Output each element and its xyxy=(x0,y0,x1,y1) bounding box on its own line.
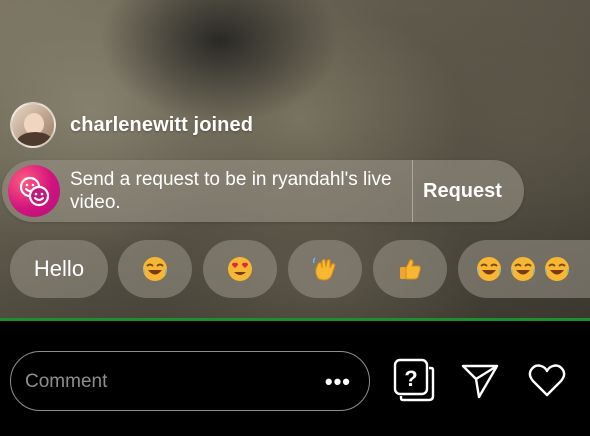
tears-of-joy-emoji-icon xyxy=(143,257,167,281)
quick-replies: Hello xyxy=(0,240,590,298)
thumbs-up-emoji-icon xyxy=(400,259,421,280)
svg-text:?: ? xyxy=(404,366,417,391)
question-sticker-icon[interactable]: ? xyxy=(393,358,435,402)
heart-icon[interactable] xyxy=(527,362,567,398)
heart-eyes-emoji-icon xyxy=(228,257,252,281)
avatar xyxy=(10,102,56,148)
quick-reply-tears-of-joy-x3[interactable] xyxy=(458,240,590,298)
quick-reply-hello-label: Hello xyxy=(33,256,85,281)
request-banner: Send a request to be in ryandahl's live … xyxy=(2,160,524,222)
guest-faces-icon xyxy=(8,165,60,217)
more-options-button[interactable]: ••• xyxy=(325,369,351,395)
waving-hand-emoji-icon xyxy=(312,257,336,281)
request-button[interactable]: Request xyxy=(423,180,502,203)
join-notice: charlenewitt joined xyxy=(10,102,253,148)
quick-reply-waving-hand[interactable] xyxy=(288,240,362,298)
join-notice-text: charlenewitt joined xyxy=(70,113,254,136)
quick-reply-heart-eyes[interactable] xyxy=(203,240,277,298)
request-banner-text: Send a request to be in ryandahl's live … xyxy=(70,169,392,213)
quick-reply-hello[interactable]: Hello xyxy=(10,240,108,298)
quick-reply-thumbs-up[interactable] xyxy=(373,240,447,298)
comment-box[interactable]: ••• xyxy=(10,351,370,411)
tears-of-joy-emoji-x3-icon xyxy=(477,257,569,281)
send-icon[interactable] xyxy=(460,362,500,400)
quick-reply-tears-of-joy[interactable] xyxy=(118,240,192,298)
request-divider xyxy=(412,160,413,222)
comment-input[interactable] xyxy=(23,364,317,400)
